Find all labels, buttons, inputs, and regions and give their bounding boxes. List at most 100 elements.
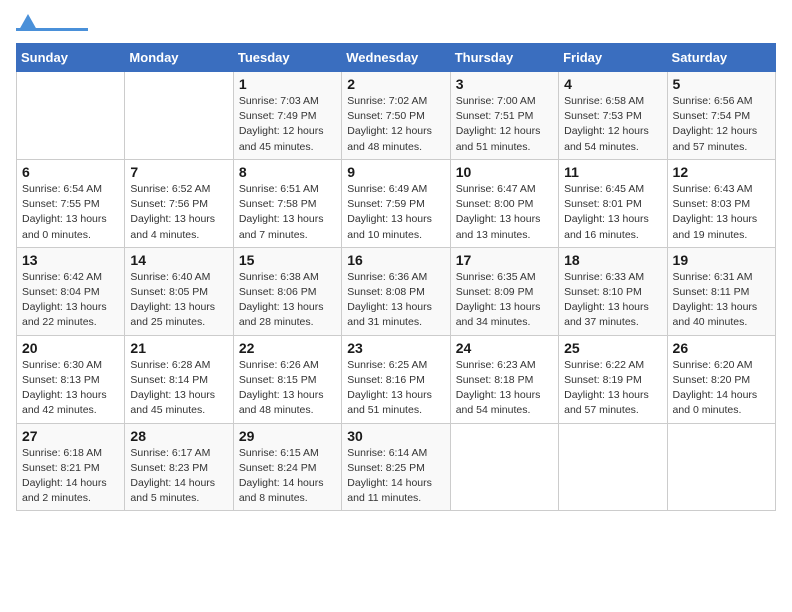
day-number: 9	[347, 164, 444, 180]
day-number: 18	[564, 252, 661, 268]
day-detail: Sunrise: 6:18 AM Sunset: 8:21 PM Dayligh…	[22, 446, 119, 507]
day-number: 30	[347, 428, 444, 444]
cell-2-5: 10 Sunrise: 6:47 AM Sunset: 8:00 PM Dayli…	[450, 159, 558, 247]
day-detail: Sunrise: 6:43 AM Sunset: 8:03 PM Dayligh…	[673, 182, 770, 243]
day-detail: Sunrise: 6:56 AM Sunset: 7:54 PM Dayligh…	[673, 94, 770, 155]
day-detail: Sunrise: 6:51 AM Sunset: 7:58 PM Dayligh…	[239, 182, 336, 243]
cell-5-7	[667, 423, 775, 511]
logo-underline	[16, 28, 88, 31]
calendar-table: SundayMondayTuesdayWednesdayThursdayFrid…	[16, 43, 776, 511]
day-number: 14	[130, 252, 227, 268]
day-detail: Sunrise: 7:03 AM Sunset: 7:49 PM Dayligh…	[239, 94, 336, 155]
cell-3-5: 17 Sunrise: 6:35 AM Sunset: 8:09 PM Dayli…	[450, 247, 558, 335]
day-number: 27	[22, 428, 119, 444]
day-number: 12	[673, 164, 770, 180]
day-number: 21	[130, 340, 227, 356]
cell-3-1: 13 Sunrise: 6:42 AM Sunset: 8:04 PM Dayli…	[17, 247, 125, 335]
day-detail: Sunrise: 6:31 AM Sunset: 8:11 PM Dayligh…	[673, 270, 770, 331]
day-number: 15	[239, 252, 336, 268]
day-detail: Sunrise: 6:20 AM Sunset: 8:20 PM Dayligh…	[673, 358, 770, 419]
day-detail: Sunrise: 6:22 AM Sunset: 8:19 PM Dayligh…	[564, 358, 661, 419]
day-number: 24	[456, 340, 553, 356]
day-detail: Sunrise: 6:40 AM Sunset: 8:05 PM Dayligh…	[130, 270, 227, 331]
col-header-tuesday: Tuesday	[233, 44, 341, 72]
day-detail: Sunrise: 6:45 AM Sunset: 8:01 PM Dayligh…	[564, 182, 661, 243]
day-number: 25	[564, 340, 661, 356]
page-header	[16, 16, 776, 31]
cell-2-4: 9 Sunrise: 6:49 AM Sunset: 7:59 PM Daylig…	[342, 159, 450, 247]
day-detail: Sunrise: 6:35 AM Sunset: 8:09 PM Dayligh…	[456, 270, 553, 331]
day-detail: Sunrise: 6:36 AM Sunset: 8:08 PM Dayligh…	[347, 270, 444, 331]
day-number: 10	[456, 164, 553, 180]
col-header-sunday: Sunday	[17, 44, 125, 72]
day-number: 3	[456, 76, 553, 92]
cell-5-2: 28 Sunrise: 6:17 AM Sunset: 8:23 PM Dayli…	[125, 423, 233, 511]
cell-3-2: 14 Sunrise: 6:40 AM Sunset: 8:05 PM Dayli…	[125, 247, 233, 335]
day-number: 28	[130, 428, 227, 444]
day-detail: Sunrise: 6:38 AM Sunset: 8:06 PM Dayligh…	[239, 270, 336, 331]
day-number: 13	[22, 252, 119, 268]
day-number: 2	[347, 76, 444, 92]
day-number: 29	[239, 428, 336, 444]
col-header-thursday: Thursday	[450, 44, 558, 72]
day-detail: Sunrise: 6:47 AM Sunset: 8:00 PM Dayligh…	[456, 182, 553, 243]
cell-4-2: 21 Sunrise: 6:28 AM Sunset: 8:14 PM Dayli…	[125, 335, 233, 423]
cell-4-3: 22 Sunrise: 6:26 AM Sunset: 8:15 PM Dayli…	[233, 335, 341, 423]
day-number: 4	[564, 76, 661, 92]
cell-5-1: 27 Sunrise: 6:18 AM Sunset: 8:21 PM Dayli…	[17, 423, 125, 511]
day-detail: Sunrise: 6:26 AM Sunset: 8:15 PM Dayligh…	[239, 358, 336, 419]
cell-4-6: 25 Sunrise: 6:22 AM Sunset: 8:19 PM Dayli…	[559, 335, 667, 423]
day-detail: Sunrise: 6:15 AM Sunset: 8:24 PM Dayligh…	[239, 446, 336, 507]
day-detail: Sunrise: 7:02 AM Sunset: 7:50 PM Dayligh…	[347, 94, 444, 155]
day-number: 5	[673, 76, 770, 92]
day-detail: Sunrise: 7:00 AM Sunset: 7:51 PM Dayligh…	[456, 94, 553, 155]
cell-2-6: 11Sunrise: 6:45 AM Sunset: 8:01 PM Dayli…	[559, 159, 667, 247]
cell-5-6	[559, 423, 667, 511]
cell-1-4: 2 Sunrise: 7:02 AM Sunset: 7:50 PM Daylig…	[342, 72, 450, 160]
day-number: 1	[239, 76, 336, 92]
cell-2-3: 8 Sunrise: 6:51 AM Sunset: 7:58 PM Daylig…	[233, 159, 341, 247]
cell-5-5	[450, 423, 558, 511]
cell-1-3: 1 Sunrise: 7:03 AM Sunset: 7:49 PM Daylig…	[233, 72, 341, 160]
day-number: 8	[239, 164, 336, 180]
cell-2-2: 7Sunrise: 6:52 AM Sunset: 7:56 PM Daylig…	[125, 159, 233, 247]
day-detail: Sunrise: 6:33 AM Sunset: 8:10 PM Dayligh…	[564, 270, 661, 331]
week-row-3: 13 Sunrise: 6:42 AM Sunset: 8:04 PM Dayli…	[17, 247, 776, 335]
day-detail: Sunrise: 6:42 AM Sunset: 8:04 PM Dayligh…	[22, 270, 119, 331]
cell-3-3: 15 Sunrise: 6:38 AM Sunset: 8:06 PM Dayli…	[233, 247, 341, 335]
day-number: 22	[239, 340, 336, 356]
col-header-friday: Friday	[559, 44, 667, 72]
day-detail: Sunrise: 6:23 AM Sunset: 8:18 PM Dayligh…	[456, 358, 553, 419]
col-header-wednesday: Wednesday	[342, 44, 450, 72]
cell-3-6: 18 Sunrise: 6:33 AM Sunset: 8:10 PM Dayli…	[559, 247, 667, 335]
day-detail: Sunrise: 6:30 AM Sunset: 8:13 PM Dayligh…	[22, 358, 119, 419]
week-row-1: 1 Sunrise: 7:03 AM Sunset: 7:49 PM Daylig…	[17, 72, 776, 160]
day-number: 6	[22, 164, 119, 180]
day-detail: Sunrise: 6:28 AM Sunset: 8:14 PM Dayligh…	[130, 358, 227, 419]
day-number: 23	[347, 340, 444, 356]
cell-4-5: 24 Sunrise: 6:23 AM Sunset: 8:18 PM Dayli…	[450, 335, 558, 423]
cell-1-6: 4 Sunrise: 6:58 AM Sunset: 7:53 PM Daylig…	[559, 72, 667, 160]
cell-3-4: 16Sunrise: 6:36 AM Sunset: 8:08 PM Dayli…	[342, 247, 450, 335]
cell-5-3: 29 Sunrise: 6:15 AM Sunset: 8:24 PM Dayli…	[233, 423, 341, 511]
cell-1-5: 3 Sunrise: 7:00 AM Sunset: 7:51 PM Daylig…	[450, 72, 558, 160]
day-number: 17	[456, 252, 553, 268]
cell-1-1	[17, 72, 125, 160]
col-header-saturday: Saturday	[667, 44, 775, 72]
header-row: SundayMondayTuesdayWednesdayThursdayFrid…	[17, 44, 776, 72]
cell-3-7: 19 Sunrise: 6:31 AM Sunset: 8:11 PM Dayli…	[667, 247, 775, 335]
col-header-monday: Monday	[125, 44, 233, 72]
logo	[16, 16, 90, 31]
cell-2-1: 6 Sunrise: 6:54 AM Sunset: 7:55 PM Daylig…	[17, 159, 125, 247]
day-detail: Sunrise: 6:49 AM Sunset: 7:59 PM Dayligh…	[347, 182, 444, 243]
day-number: 20	[22, 340, 119, 356]
day-number: 26	[673, 340, 770, 356]
day-detail: Sunrise: 6:54 AM Sunset: 7:55 PM Dayligh…	[22, 182, 119, 243]
cell-4-1: 20 Sunrise: 6:30 AM Sunset: 8:13 PM Dayli…	[17, 335, 125, 423]
day-number: 19	[673, 252, 770, 268]
cell-5-4: 30Sunrise: 6:14 AM Sunset: 8:25 PM Dayli…	[342, 423, 450, 511]
cell-4-7: 26 Sunrise: 6:20 AM Sunset: 8:20 PM Dayli…	[667, 335, 775, 423]
day-detail: Sunrise: 6:58 AM Sunset: 7:53 PM Dayligh…	[564, 94, 661, 155]
day-detail: Sunrise: 6:17 AM Sunset: 8:23 PM Dayligh…	[130, 446, 227, 507]
week-row-4: 20 Sunrise: 6:30 AM Sunset: 8:13 PM Dayli…	[17, 335, 776, 423]
